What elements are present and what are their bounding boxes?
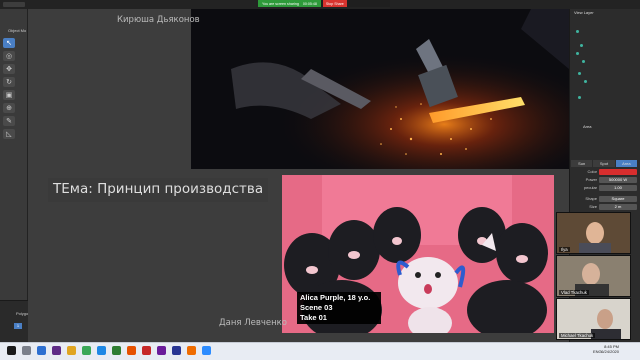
folder-icon[interactable] bbox=[67, 346, 76, 355]
rotate-tool-icon[interactable]: ↻ bbox=[3, 77, 15, 87]
taskbar bbox=[0, 342, 640, 360]
app-icon[interactable] bbox=[127, 346, 136, 355]
desktop: { "zoom_bar": {"sharing_text": "You are … bbox=[0, 0, 640, 360]
scale-tool-icon[interactable]: ▣ bbox=[3, 90, 15, 100]
participant-name: Кирюша Дьяконов bbox=[117, 15, 200, 25]
screen-share-bar: You are screen sharing 00:05:48 Stop Shar… bbox=[258, 0, 390, 7]
outliner-icon[interactable] bbox=[580, 44, 583, 47]
outliner-icon[interactable] bbox=[584, 80, 587, 83]
start-icon[interactable] bbox=[7, 346, 16, 355]
annotate-tool-icon[interactable]: ✎ bbox=[3, 116, 15, 126]
blender-icon[interactable] bbox=[187, 346, 196, 355]
tab-sun[interactable]: Sun bbox=[571, 160, 593, 167]
forge-video-image bbox=[191, 9, 569, 169]
clock[interactable]: 8:45 PM 6/24/2020 bbox=[601, 344, 619, 354]
file-explorer-icon[interactable] bbox=[37, 346, 46, 355]
transform-tool-icon[interactable]: ⊕ bbox=[3, 103, 15, 113]
select-tool-icon[interactable]: ↖ bbox=[3, 38, 15, 48]
move-tool-icon[interactable]: ✥ bbox=[3, 64, 15, 74]
measure-tool-icon[interactable]: ◺ bbox=[3, 129, 15, 139]
zoom-icon[interactable] bbox=[202, 346, 211, 355]
participant-name: Даня Левченко bbox=[219, 318, 287, 328]
light-type-title: Area bbox=[583, 124, 592, 129]
color-swatch[interactable] bbox=[599, 168, 637, 175]
current-frame[interactable]: 1 bbox=[14, 323, 22, 329]
video-tile-forge[interactable] bbox=[191, 9, 569, 169]
app-icon[interactable] bbox=[112, 346, 121, 355]
participant-tile[interactable]: Michael Tkachuk bbox=[556, 298, 631, 340]
polygon-label: Polygo bbox=[16, 311, 29, 316]
topic-title: ТЕма: Принцип производства bbox=[48, 178, 269, 202]
outliner-icon[interactable] bbox=[578, 72, 581, 75]
app-icon[interactable] bbox=[52, 346, 61, 355]
app-icon[interactable] bbox=[142, 346, 151, 355]
app-icon[interactable] bbox=[172, 346, 181, 355]
tab-area[interactable]: Area bbox=[615, 160, 637, 167]
participant-tile[interactable]: Ilya bbox=[556, 212, 631, 254]
toolbar: ↖ ◎ ✥ ↻ ▣ ⊕ ✎ ◺ bbox=[3, 38, 17, 139]
stop-share-button[interactable]: Stop Share bbox=[322, 0, 347, 7]
prop-color: Color bbox=[571, 168, 637, 175]
prop-size: Size 2 m bbox=[571, 203, 637, 210]
share-status: You are screen sharing 00:05:48 bbox=[258, 0, 321, 7]
search-icon[interactable] bbox=[22, 346, 31, 355]
app-icon[interactable] bbox=[157, 346, 166, 355]
outliner-icon[interactable] bbox=[576, 52, 579, 55]
outliner-icon[interactable] bbox=[578, 96, 581, 99]
outliner-icon[interactable] bbox=[582, 60, 585, 63]
chrome-icon[interactable] bbox=[82, 346, 91, 355]
app-icon[interactable] bbox=[97, 346, 106, 355]
timeline[interactable] bbox=[0, 300, 28, 342]
cursor-tool-icon[interactable]: ◎ bbox=[3, 51, 15, 61]
prop-shape: Shape Square bbox=[571, 195, 637, 202]
editor-type-menu[interactable] bbox=[3, 2, 25, 7]
scene-slate: Alica Purple, 18 y.o. Scene 03 Take 01 bbox=[297, 292, 381, 324]
prop-power: Power 500000 W bbox=[571, 176, 637, 183]
tab-spot[interactable]: Spot bbox=[593, 160, 615, 167]
view-layer-label[interactable]: View Layer bbox=[574, 10, 594, 15]
participant-tile[interactable]: Vlad Tkachuk bbox=[556, 255, 631, 297]
prop-specular: pecular 1.00 bbox=[571, 184, 637, 191]
object-mode-menu[interactable]: Object Mo bbox=[8, 28, 26, 33]
light-type-tabs: Sun Spot Area bbox=[571, 160, 637, 167]
outliner-icon[interactable] bbox=[576, 30, 579, 33]
